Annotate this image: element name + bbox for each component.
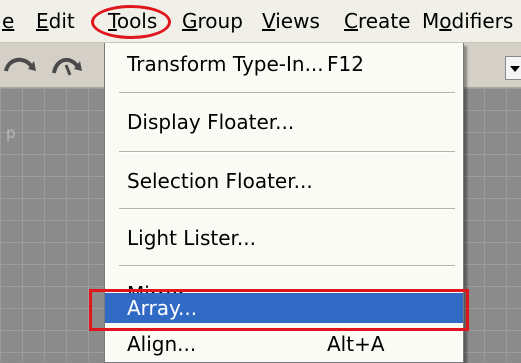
menu-item-label: Display Floater...: [127, 110, 295, 134]
menu-create-label: reate: [357, 9, 411, 33]
menu-modifiers[interactable]: Modifiers: [422, 0, 513, 42]
menu-item-align[interactable]: Align... Alt+A: [105, 327, 463, 361]
viewport-label: p: [6, 124, 16, 142]
menu-separator: [119, 92, 455, 94]
menu-item-label: Selection Floater...: [127, 169, 313, 193]
undo-icon[interactable]: [2, 49, 40, 81]
menu-item-shortcut: Alt+A: [327, 332, 385, 356]
menu-bar: e Edit Tools Group Views Create Modifier…: [0, 0, 521, 43]
menu-views[interactable]: Views: [262, 0, 320, 42]
menu-separator: [119, 151, 455, 153]
menu-group-label: roup: [197, 9, 243, 33]
menu-edit-label: dit: [48, 9, 75, 33]
menu-edit[interactable]: Edit: [36, 0, 75, 42]
menu-file[interactable]: e: [2, 0, 14, 42]
menu-file-label: e: [2, 9, 15, 33]
array-annotation-box: [89, 289, 469, 331]
menu-views-mnemonic: V: [262, 9, 276, 33]
menu-edit-mnemonic: E: [36, 9, 49, 33]
menu-item-transform-type-in[interactable]: Transform Type-In... F12: [105, 43, 463, 85]
menu-modifiers-mnemonic: o: [439, 9, 452, 33]
menu-item-label: Light Lister...: [127, 226, 256, 250]
menu-item-label: Align...: [127, 332, 197, 356]
menu-group-mnemonic: G: [182, 9, 198, 33]
menu-item-light-lister[interactable]: Light Lister...: [105, 216, 463, 260]
menu-create[interactable]: Create: [344, 0, 410, 42]
menu-group[interactable]: Group: [182, 0, 243, 42]
menu-item-selection-floater[interactable]: Selection Floater...: [105, 159, 463, 203]
menu-item-display-floater[interactable]: Display Floater...: [105, 100, 463, 144]
menu-create-mnemonic: C: [344, 9, 358, 33]
dropdown-arrow-icon: [510, 66, 520, 72]
menu-item-shortcut: F12: [327, 52, 364, 76]
redo-icon[interactable]: [46, 49, 84, 81]
menu-separator: [119, 208, 455, 210]
menu-views-label: iews: [275, 9, 320, 33]
toolbar-dropdown[interactable]: [505, 56, 521, 80]
menu-modifiers-label: difiers: [451, 9, 514, 33]
menu-item-label: Transform Type-In...: [127, 52, 324, 76]
menu-modifiers-prefix: M: [422, 9, 440, 33]
tools-annotation-ring: [91, 5, 171, 39]
menu-separator: [119, 265, 455, 267]
